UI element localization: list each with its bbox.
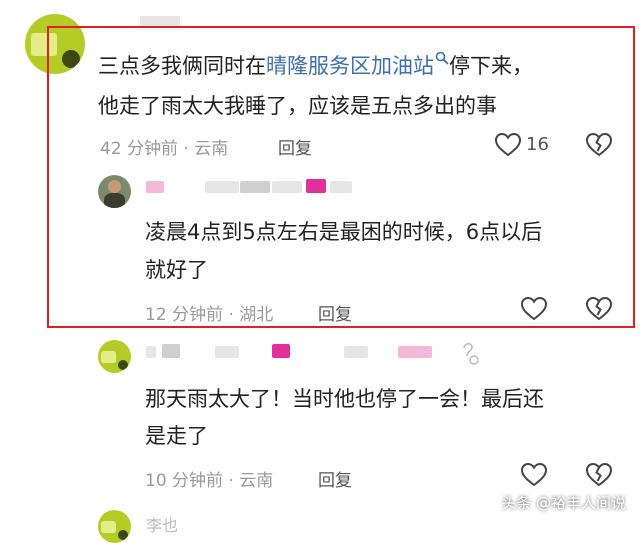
highlight-box (47, 26, 635, 328)
avatar[interactable] (98, 340, 131, 373)
heart-outline-icon[interactable] (520, 462, 548, 488)
username-blurred[interactable] (215, 346, 239, 358)
decoration-icon (463, 342, 479, 365)
username-blurred[interactable] (146, 346, 156, 358)
reply-button[interactable]: 回复 (318, 466, 352, 491)
username-blurred[interactable] (272, 344, 290, 358)
username-blurred[interactable] (162, 344, 180, 358)
username-blurred[interactable] (398, 346, 432, 358)
username[interactable]: 李也 (146, 512, 178, 536)
avatar[interactable] (98, 510, 131, 543)
time-location: 10 分钟前 · 云南 (145, 471, 274, 491)
username-blurred[interactable] (344, 346, 368, 358)
comment-text: 那天雨太大了！当时他也停了一会！最后还 (145, 387, 544, 411)
broken-heart-icon[interactable] (585, 462, 613, 488)
comment-text-line2: 是走了 (145, 424, 208, 448)
watermark: 头条 @裕丰人间说 (501, 494, 626, 512)
